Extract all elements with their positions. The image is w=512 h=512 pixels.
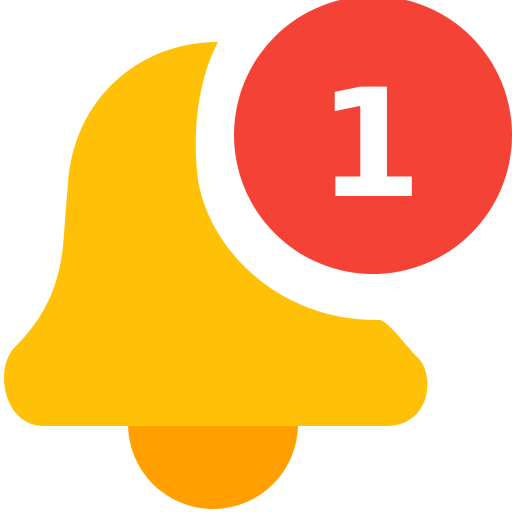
bell-icon: 1 (4, 0, 512, 509)
notification-bell[interactable]: 1 (0, 0, 512, 512)
bell-clapper (128, 424, 298, 509)
badge-count: 1 (318, 58, 422, 232)
notification-badge[interactable]: 1 (234, 0, 512, 274)
